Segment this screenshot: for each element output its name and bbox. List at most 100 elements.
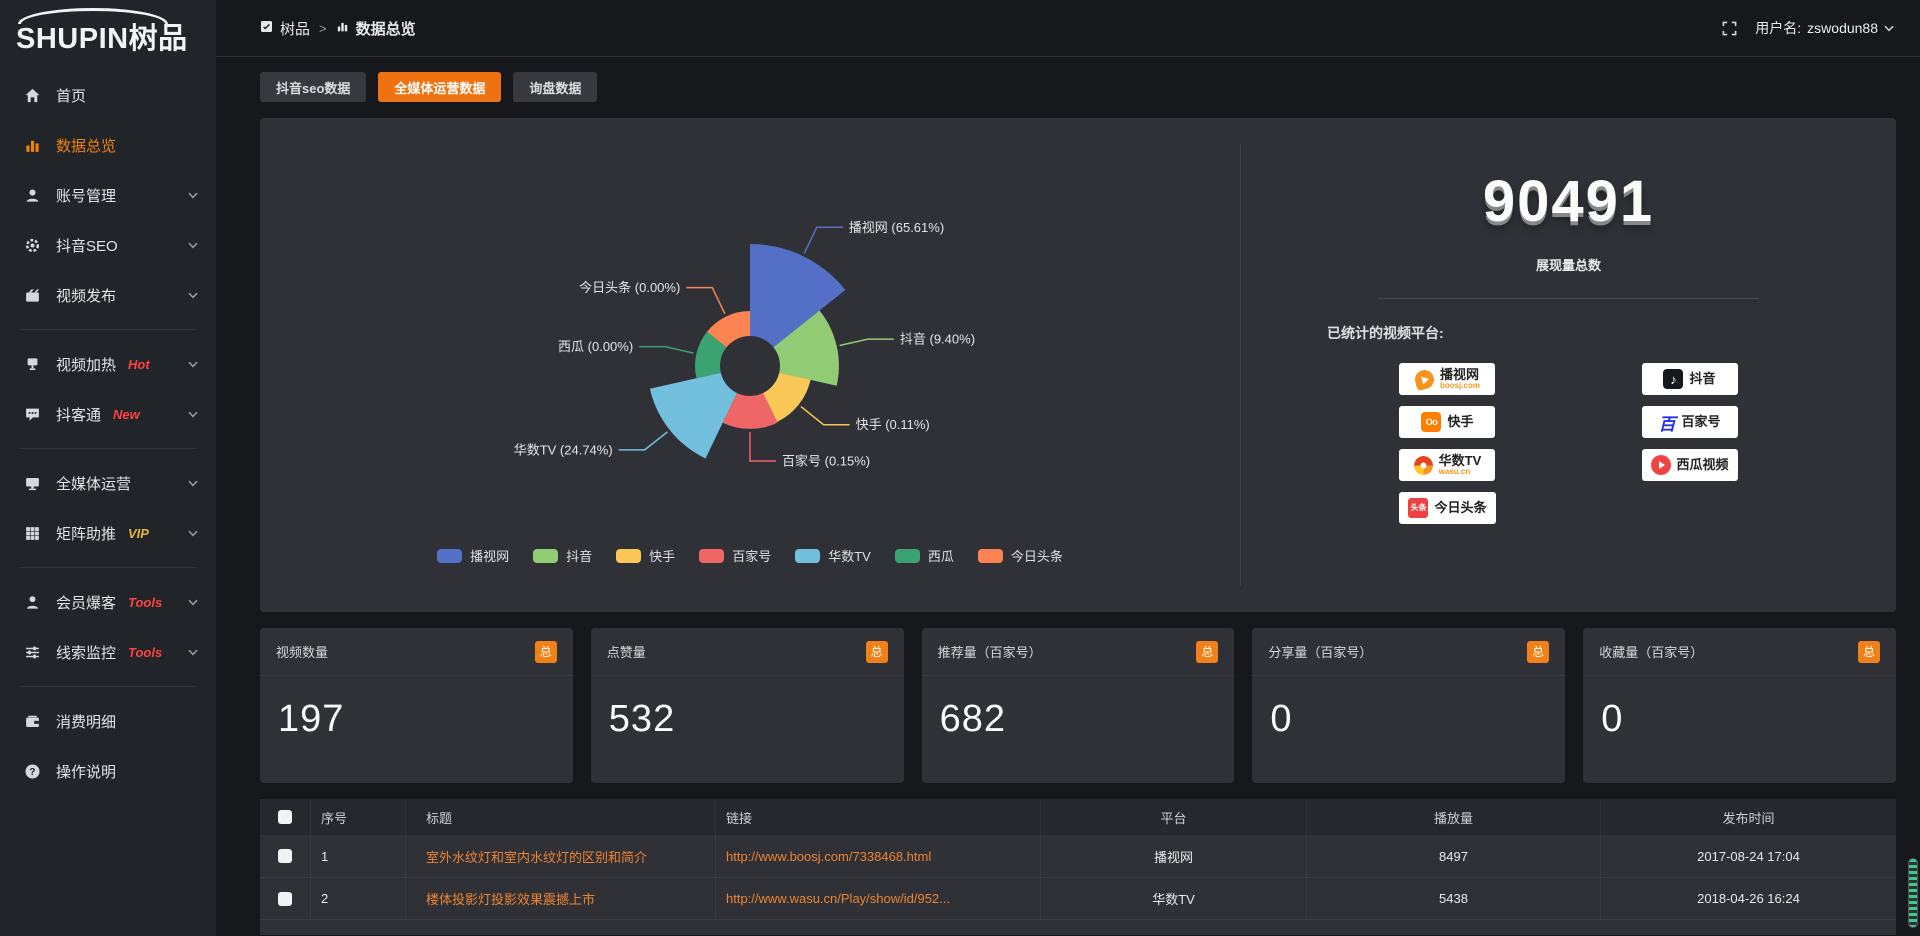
sidebar-item-label: 抖客通 bbox=[56, 404, 101, 425]
pie-label: 西瓜 (0.00%) bbox=[558, 339, 633, 354]
platform-badge-name: 播视网 bbox=[1440, 368, 1480, 382]
sidebar-item-label: 操作说明 bbox=[56, 761, 116, 782]
tab-全媒体运营数据[interactable]: 全媒体运营数据 bbox=[378, 72, 501, 102]
legend-item-今日头条[interactable]: 今日头条 bbox=[978, 546, 1063, 565]
video-url-link[interactable]: http://www.wasu.cn/Play/show/id/952... bbox=[726, 891, 950, 906]
video-url-link[interactable]: http://www.boosj.com/7338468.html bbox=[726, 849, 931, 864]
platform-badge-grid: 播视网boosj.com Oo快手华数TVwasu.cn 头条今日头条 ♪抖音百百家… bbox=[1241, 363, 1896, 524]
legend-item-抖音[interactable]: 抖音 bbox=[533, 546, 592, 565]
sidebar-item-首页[interactable]: 首页 bbox=[0, 70, 216, 120]
logo-text-latin: SHUPIN bbox=[16, 23, 129, 55]
total-badge[interactable]: 总 bbox=[1527, 641, 1549, 663]
pie-label-line bbox=[801, 407, 850, 425]
chevron-down-icon bbox=[188, 361, 198, 368]
sidebar-item-账号管理[interactable]: 账号管理 bbox=[0, 170, 216, 220]
breadcrumb-item-data-overview[interactable]: 数据总览 bbox=[336, 18, 416, 39]
row-checkbox[interactable] bbox=[278, 892, 292, 906]
column-header-播放量[interactable]: 播放量 bbox=[1306, 799, 1600, 835]
sidebar-item-抖音SEO[interactable]: 抖音SEO bbox=[0, 220, 216, 270]
sidebar-item-会员爆客[interactable]: 会员爆客Tools bbox=[0, 577, 216, 627]
stat-card-label: 视频数量 bbox=[276, 642, 328, 661]
topbar: 树品 > 数据总览 用户名: zswodun88 bbox=[216, 0, 1920, 57]
table-header-row: 序号标题链接平台播放量发布时间 bbox=[260, 799, 1896, 835]
pie-label: 百家号 (0.15%) bbox=[782, 454, 870, 469]
sidebar-item-抖客通[interactable]: 抖客通 New bbox=[0, 389, 216, 439]
platform-badge-name: 西瓜视频 bbox=[1677, 458, 1729, 472]
table-row: 1室外水纹灯和室内水纹灯的区别和简介http://www.boosj.com/7… bbox=[260, 835, 1896, 877]
column-header-发布时间[interactable]: 发布时间 bbox=[1600, 799, 1896, 835]
video-title-link[interactable]: 室外水纹灯和室内水纹灯的区别和简介 bbox=[426, 847, 647, 866]
legend-item-播视网[interactable]: 播视网 bbox=[437, 546, 509, 565]
column-header-标题[interactable]: 标题 bbox=[405, 799, 715, 835]
total-badge[interactable]: 总 bbox=[1858, 641, 1880, 663]
user-icon bbox=[24, 186, 42, 204]
legend-label: 播视网 bbox=[470, 546, 509, 565]
scrollbar-thumb[interactable] bbox=[1908, 858, 1918, 928]
column-header-平台[interactable]: 平台 bbox=[1040, 799, 1306, 835]
platform-badge-column-right: ♪抖音百百家号西瓜视频 bbox=[1642, 363, 1738, 524]
platform-badge-抖音[interactable]: ♪抖音 bbox=[1642, 363, 1738, 395]
fullscreen-icon[interactable] bbox=[1722, 21, 1737, 36]
pie-label: 播视网 (65.61%) bbox=[849, 220, 944, 235]
row-plays: 5438 bbox=[1306, 878, 1600, 919]
platform-badge-播视网[interactable]: 播视网boosj.com bbox=[1399, 363, 1495, 395]
sidebar-item-视频发布[interactable]: 视频发布 bbox=[0, 270, 216, 320]
total-badge[interactable]: 总 bbox=[866, 641, 888, 663]
total-badge[interactable]: 总 bbox=[535, 641, 557, 663]
pie-label: 抖音 (9.40%) bbox=[900, 332, 975, 347]
tab-抖音seo数据[interactable]: 抖音seo数据 bbox=[260, 72, 366, 102]
row-checkbox[interactable] bbox=[278, 849, 292, 863]
breadcrumb-item-shupin[interactable]: 树品 bbox=[260, 18, 310, 39]
user-menu[interactable]: 用户名: zswodun88 bbox=[1755, 18, 1894, 38]
sidebar-item-label: 矩阵助推 bbox=[56, 523, 116, 544]
pie-slice-华数TV[interactable] bbox=[650, 373, 737, 459]
pie-label-line bbox=[686, 288, 725, 314]
select-all-checkbox[interactable] bbox=[278, 810, 292, 824]
stat-card-推荐量（百家号）: 推荐量（百家号）总682 bbox=[922, 628, 1235, 783]
video-title-link[interactable]: 楼体投影灯投影效果震撼上市 bbox=[426, 889, 595, 908]
total-badge[interactable]: 总 bbox=[1196, 641, 1218, 663]
row-link-cell: http://www.wasu.cn/Play/show/id/952... bbox=[715, 878, 1040, 919]
row-publish-time: 2018-04-26 16:24 bbox=[1600, 878, 1896, 919]
row-platform: 华数TV bbox=[1040, 878, 1306, 919]
sidebar-divider bbox=[20, 448, 196, 449]
sidebar-item-操作说明[interactable]: ?操作说明 bbox=[0, 746, 216, 796]
platform-badge-百家号[interactable]: 百百家号 bbox=[1642, 406, 1738, 438]
sidebar-item-线索监控[interactable]: 线索监控Tools bbox=[0, 627, 216, 677]
data-tabs: 抖音seo数据全媒体运营数据询盘数据 bbox=[260, 72, 1896, 102]
row-title-cell: 室外水纹灯和室内水纹灯的区别和简介 bbox=[405, 835, 715, 877]
column-header-链接[interactable]: 链接 bbox=[715, 799, 1040, 835]
sidebar-item-tag: New bbox=[113, 407, 140, 422]
sidebar-item-消费明细[interactable]: 消费明细 bbox=[0, 696, 216, 746]
platform-badge-sub: boosj.com bbox=[1440, 382, 1480, 390]
legend-item-百家号[interactable]: 百家号 bbox=[699, 546, 771, 565]
sidebar-item-全媒体运营[interactable]: 全媒体运营 bbox=[0, 458, 216, 508]
sidebar-item-矩阵助推[interactable]: 矩阵助推VIP bbox=[0, 508, 216, 558]
row-plays: 8497 bbox=[1306, 835, 1600, 877]
sidebar-item-label: 线索监控 bbox=[56, 642, 116, 663]
total-impressions-label: 展现量总数 bbox=[1241, 255, 1896, 274]
main-content: 抖音seo数据全媒体运营数据询盘数据 播视网 (65.61%) 抖音 (9.40%… bbox=[216, 57, 1920, 936]
platform-badge-今日头条[interactable]: 头条今日头条 bbox=[1399, 492, 1495, 524]
username-value: zswodun88 bbox=[1807, 20, 1878, 36]
sidebar-item-label: 抖音SEO bbox=[56, 235, 118, 256]
kuaishou-logo-icon: Oo bbox=[1421, 412, 1441, 432]
legend-item-西瓜[interactable]: 西瓜 bbox=[895, 546, 954, 565]
legend-item-华数TV[interactable]: 华数TV bbox=[795, 546, 871, 565]
stat-card-视频数量: 视频数量总197 bbox=[260, 628, 573, 783]
legend-item-快手[interactable]: 快手 bbox=[616, 546, 675, 565]
platform-badge-华数TV[interactable]: 华数TVwasu.cn bbox=[1399, 449, 1495, 481]
chart-panel: 播视网 (65.61%)抖音 (9.40%)快手 (0.11%)百家号 (0.1… bbox=[260, 118, 1896, 612]
legend-color-chip bbox=[978, 549, 1003, 563]
sidebar-item-视频加热[interactable]: 视频加热Hot bbox=[0, 339, 216, 389]
sidebar-item-label: 首页 bbox=[56, 85, 86, 106]
sidebar: SHUPIN树品 首页数据总览账号管理抖音SEO 视频发布视频加热Hot 抖客通 Ne… bbox=[0, 0, 216, 936]
platform-badge-西瓜视频[interactable]: 西瓜视频 bbox=[1642, 449, 1738, 481]
app-logo[interactable]: SHUPIN树品 bbox=[0, 0, 216, 60]
tab-询盘数据[interactable]: 询盘数据 bbox=[513, 72, 597, 102]
wallet-icon bbox=[24, 712, 42, 730]
chevron-down-icon bbox=[188, 530, 198, 537]
sidebar-item-数据总览[interactable]: 数据总览 bbox=[0, 120, 216, 170]
platform-badge-快手[interactable]: Oo快手 bbox=[1399, 406, 1495, 438]
column-header-序号[interactable]: 序号 bbox=[310, 799, 405, 835]
